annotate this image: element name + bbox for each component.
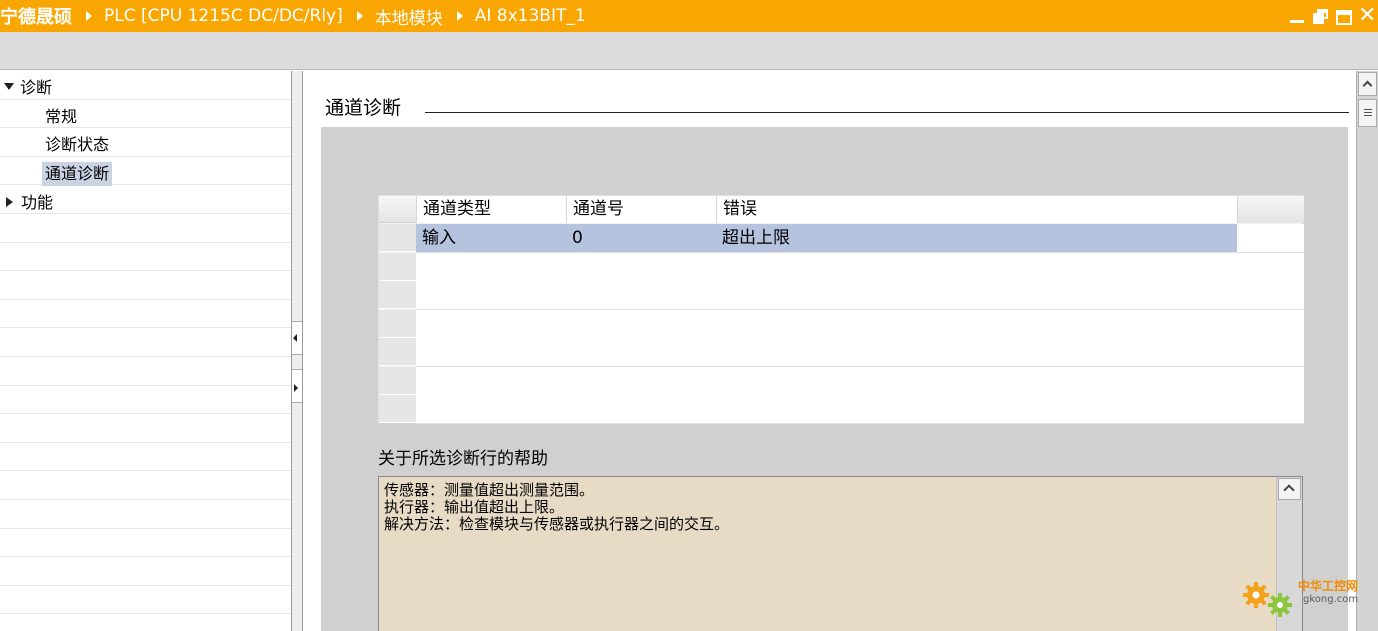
tree-item-label: 诊断 xyxy=(20,78,53,97)
gear-icon xyxy=(1243,582,1292,617)
tree-row xyxy=(0,443,291,472)
chevron-up-icon xyxy=(1362,80,1373,91)
panel-splitter[interactable] xyxy=(291,71,303,631)
cell-channel-number: 0 xyxy=(572,228,583,248)
help-label: 关于所选诊断行的帮助 xyxy=(378,449,548,469)
tree-row xyxy=(0,300,291,329)
breadcrumb-separator-icon xyxy=(356,11,363,21)
table-row[interactable] xyxy=(416,310,1304,339)
column-header-blank xyxy=(1237,196,1304,223)
tree-item-diagnostics[interactable]: 诊断 xyxy=(4,76,52,100)
channel-diagnostics-table: 通道类型 通道号 错误 输入 0 超出上限 xyxy=(378,195,1304,424)
row-header[interactable] xyxy=(379,281,416,309)
tree-row xyxy=(0,100,291,129)
help-line: 传感器：测量值超出测量范围。 xyxy=(384,481,595,499)
tree-item-general[interactable]: 常规 xyxy=(45,105,77,129)
watermark-text: 中华工控网 xyxy=(1298,579,1359,593)
tree-row xyxy=(0,586,291,615)
grip-line xyxy=(1364,112,1372,113)
tree-item-diagnostic-status[interactable]: 诊断状态 xyxy=(45,133,109,157)
tree-row xyxy=(0,386,291,415)
table-header: 通道类型 通道号 错误 xyxy=(379,196,1304,223)
watermark-logo: 中华工控网 gkong.com xyxy=(1240,573,1370,623)
minimize-icon[interactable] xyxy=(1288,7,1306,25)
row-header[interactable] xyxy=(379,310,416,338)
tree-item-label: 功能 xyxy=(21,193,54,212)
title-bar: 宁德晟硕 PLC [CPU 1215C DC/DC/Rly] 本地模块 AI 8… xyxy=(0,0,1378,32)
scrollbar-thumb[interactable] xyxy=(1358,99,1377,127)
toolbar xyxy=(0,32,1378,70)
cell-channel-type: 输入 xyxy=(422,228,456,248)
help-textbox[interactable]: 传感器：测量值超出测量范围。 执行器：输出值超出上限。 解决方法：检查模块与传感… xyxy=(378,476,1303,631)
collapse-arrow-icon[interactable] xyxy=(6,196,13,207)
tree-row xyxy=(0,500,291,529)
tree-row xyxy=(0,328,291,357)
arrow-left-icon xyxy=(293,334,297,342)
close-icon[interactable]: ✕ xyxy=(1358,5,1376,27)
scroll-up-button[interactable] xyxy=(1278,478,1301,500)
tree-row xyxy=(0,414,291,443)
breadcrumb-separator-icon xyxy=(86,11,92,21)
cell-blank xyxy=(1237,224,1304,252)
tree-row xyxy=(0,214,291,243)
row-header[interactable] xyxy=(379,367,416,395)
tree-row xyxy=(0,529,291,558)
expand-arrow-icon[interactable] xyxy=(4,83,14,90)
float-icon[interactable] xyxy=(1312,7,1330,25)
help-line: 解决方法：检查模块与传感器或执行器之间的交互。 xyxy=(384,515,730,533)
tree-row xyxy=(0,471,291,500)
tree-item-label: 诊断状态 xyxy=(45,135,110,154)
section-title: 通道诊断 xyxy=(325,97,402,119)
table-row[interactable] xyxy=(416,395,1304,424)
section-divider xyxy=(425,112,1349,113)
row-header[interactable] xyxy=(379,253,416,281)
column-header-channel-number[interactable]: 通道号 xyxy=(566,196,716,223)
window-controls: ✕ xyxy=(1288,0,1376,32)
chevron-up-icon xyxy=(1283,484,1295,496)
page-scrollbar[interactable] xyxy=(1356,71,1378,631)
tree-row xyxy=(0,557,291,586)
tree-item-functions[interactable]: 功能 xyxy=(6,191,53,215)
navigation-tree: 诊断 常规 诊断状态 通道诊断 功能 xyxy=(0,71,291,631)
breadcrumb-project[interactable]: 宁德晟硕 xyxy=(0,0,72,32)
maximize-icon[interactable] xyxy=(1336,9,1352,25)
row-header[interactable] xyxy=(379,395,416,423)
breadcrumb-local-modules[interactable]: 本地模块 xyxy=(375,0,443,32)
tree-item-label: 通道诊断 xyxy=(45,164,110,183)
tree-row xyxy=(0,243,291,272)
tree-row xyxy=(0,357,291,386)
tree-item-label: 常规 xyxy=(45,107,78,126)
breadcrumb-plc[interactable]: PLC [CPU 1215C DC/DC/Rly] xyxy=(104,0,343,32)
table-row[interactable] xyxy=(416,253,1304,282)
table-row[interactable]: 输入 0 超出上限 xyxy=(416,224,1304,253)
table-row[interactable] xyxy=(416,367,1304,396)
scroll-up-button[interactable] xyxy=(1358,72,1377,96)
table-row[interactable] xyxy=(416,281,1304,310)
grip-line xyxy=(1364,109,1372,110)
tree-row xyxy=(0,271,291,300)
arrow-right-icon xyxy=(294,384,298,392)
column-header-channel-type[interactable]: 通道类型 xyxy=(416,196,566,223)
help-line: 执行器：输出值超出上限。 xyxy=(384,498,565,516)
column-header-error[interactable]: 错误 xyxy=(716,196,1237,223)
tree-item-channel-diagnostics[interactable]: 通道诊断 xyxy=(42,162,113,186)
tree-row xyxy=(0,128,291,157)
grip-line xyxy=(1364,115,1372,116)
main-panel: 通道诊断 通道类型 通道号 错误 输入 0 超出上限 关于所选诊断行的帮助 传感… xyxy=(303,71,1356,631)
breadcrumb-separator-icon xyxy=(456,11,463,21)
breadcrumb-module[interactable]: AI 8x13BIT_1 xyxy=(475,0,586,32)
cell-error: 超出上限 xyxy=(722,228,790,248)
row-header[interactable] xyxy=(379,338,416,366)
watermark-url: gkong.com xyxy=(1303,594,1359,605)
row-header[interactable] xyxy=(379,224,416,252)
table-row[interactable] xyxy=(416,338,1304,367)
